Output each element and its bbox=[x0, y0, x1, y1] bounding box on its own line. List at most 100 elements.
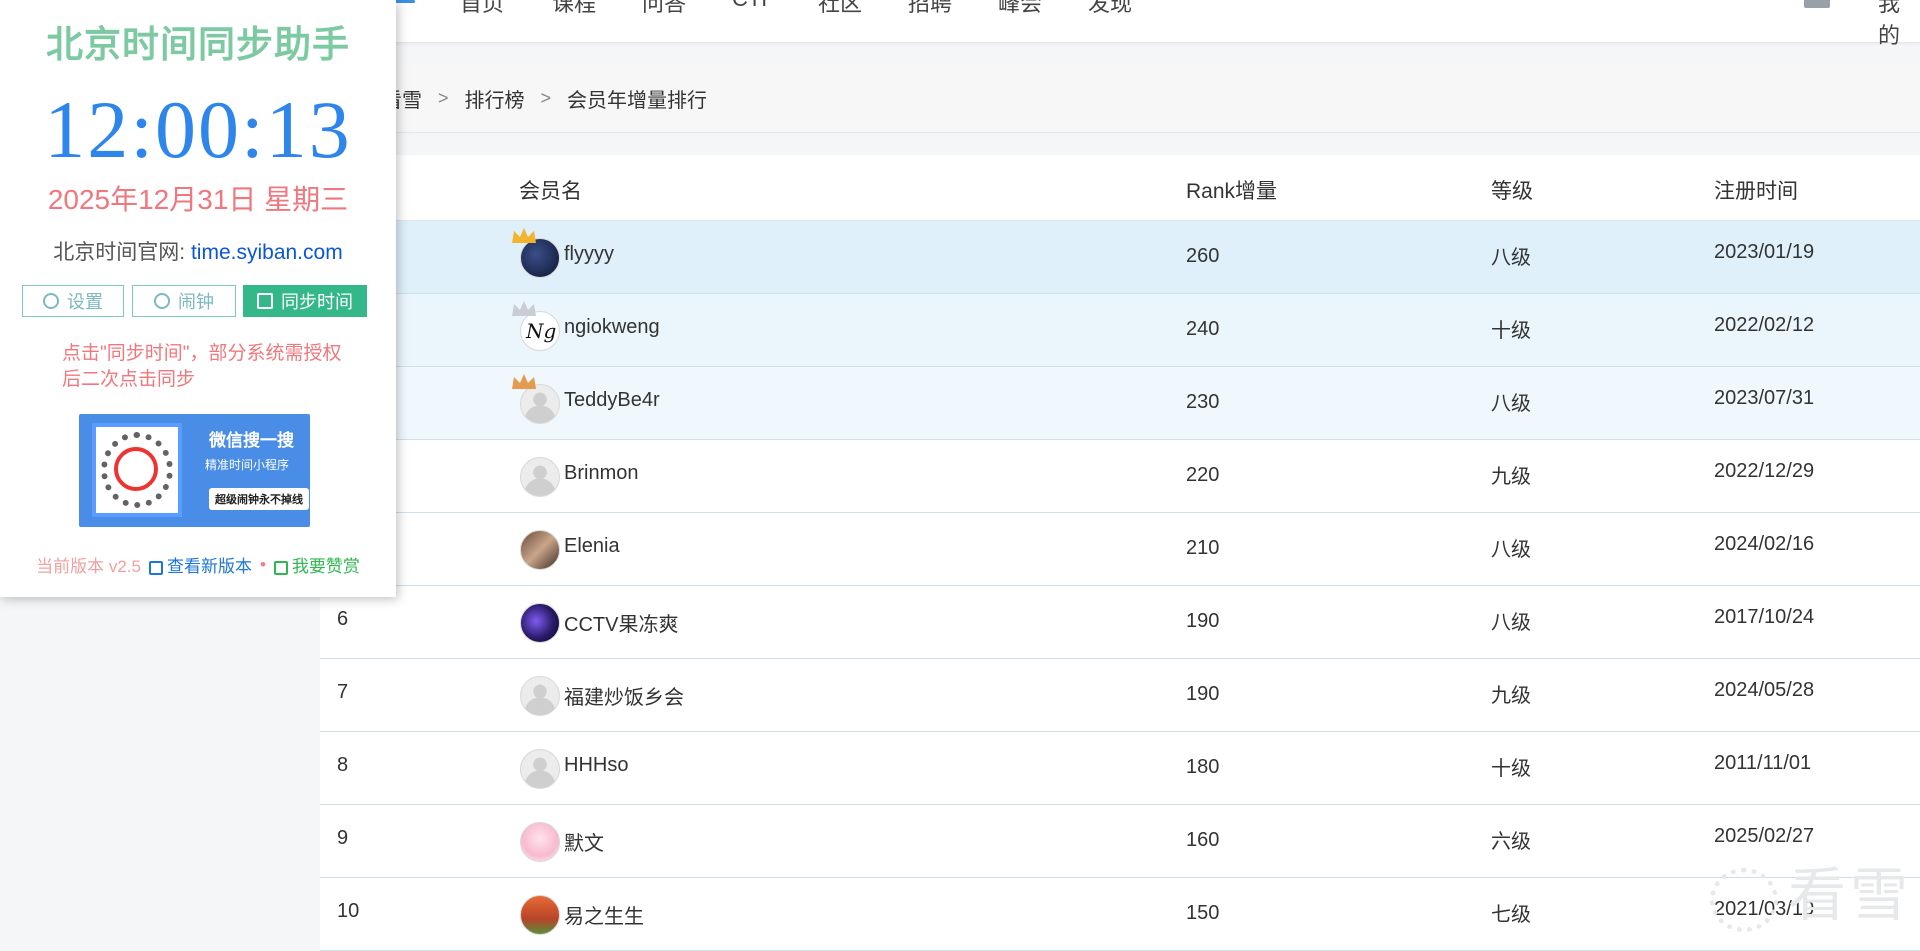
alarm-button[interactable]: 闹钟 bbox=[132, 285, 236, 317]
rank-increase: 160 bbox=[1186, 829, 1220, 851]
rank-number: 9 bbox=[337, 827, 349, 849]
sync-time-button[interactable]: 同步时间 bbox=[243, 285, 367, 317]
crown-icon bbox=[512, 301, 536, 316]
register-date: 2023/07/31 bbox=[1714, 387, 1815, 409]
date-display: 2025年12月31日 星期三 bbox=[47, 184, 349, 215]
member-name-link[interactable]: CCTV果冻爽 bbox=[564, 608, 678, 637]
table-row[interactable]: 7 福建炒饭乡会 190 九级 2024/05/28 bbox=[320, 659, 1920, 732]
chevron-right-icon: > bbox=[540, 87, 552, 108]
rank-increase: 210 bbox=[1186, 537, 1220, 559]
nav-user-menu[interactable]: 我的 bbox=[1878, 0, 1920, 50]
rank-increase: 190 bbox=[1186, 683, 1220, 705]
table-row[interactable]: 6 CCTV果冻爽 190 八级 2017/10/24 bbox=[320, 586, 1920, 659]
column-header-level: 等级 bbox=[1491, 180, 1533, 203]
member-name-link[interactable]: 易之生生 bbox=[564, 900, 644, 929]
table-row[interactable]: 1flyyyy260八级2023/01/19 bbox=[320, 221, 1920, 294]
avatar[interactable] bbox=[520, 530, 560, 570]
document-icon bbox=[148, 560, 163, 575]
member-name-link[interactable]: Elenia bbox=[564, 535, 620, 558]
member-level: 九级 bbox=[1491, 685, 1531, 707]
alarm-label: 闹钟 bbox=[178, 292, 214, 312]
rank-increase: 190 bbox=[1186, 610, 1220, 632]
member-level: 十级 bbox=[1491, 758, 1531, 780]
sync-label: 同步时间 bbox=[281, 292, 353, 312]
register-date: 2023/01/19 bbox=[1714, 241, 1815, 263]
column-header-register-date: 注册时间 bbox=[1714, 180, 1798, 203]
alarm-clock-icon bbox=[154, 293, 170, 309]
table-row[interactable]: 2Ngngiokweng240十级2022/02/12 bbox=[320, 294, 1920, 367]
avatar[interactable] bbox=[520, 822, 560, 862]
nav-item-community[interactable]: 社区 bbox=[818, 0, 862, 18]
rank-increase: 230 bbox=[1186, 391, 1220, 413]
nav-item-discover[interactable]: 发现 bbox=[1088, 0, 1132, 18]
table-header: 会员名 Rank增量 等级 注册时间 bbox=[320, 155, 1920, 221]
register-date: 2022/12/29 bbox=[1714, 460, 1815, 482]
table-row[interactable]: 4Brinmon220九级2022/12/29 bbox=[320, 440, 1920, 513]
nav-item-jobs[interactable]: 招聘 bbox=[908, 0, 952, 18]
member-level: 九级 bbox=[1491, 466, 1531, 488]
column-header-rank-increase: Rank增量 bbox=[1186, 180, 1278, 203]
rank-number: 8 bbox=[337, 754, 349, 776]
member-name-link[interactable]: 默文 bbox=[564, 827, 604, 856]
table-row[interactable]: 9 默文 160 六级 2025/02/27 bbox=[320, 805, 1920, 878]
bell-icon[interactable] bbox=[1804, 0, 1830, 8]
column-header-member: 会员名 bbox=[519, 180, 582, 203]
snowflake-logo-icon bbox=[1710, 867, 1778, 932]
settings-label: 设置 bbox=[67, 292, 103, 312]
member-name-link[interactable]: ngiokweng bbox=[564, 316, 660, 339]
table-row[interactable]: 10 易之生生 150 七级 2021/03/10 bbox=[320, 878, 1920, 951]
sync-icon bbox=[257, 293, 273, 309]
avatar[interactable] bbox=[520, 457, 560, 497]
promo-tag: 超级闹钟永不掉线 bbox=[209, 488, 309, 510]
separator-dot: • bbox=[259, 554, 266, 574]
member-name-link[interactable]: flyyyy bbox=[564, 243, 614, 266]
rank-number: 10 bbox=[337, 900, 360, 922]
register-date: 2022/02/12 bbox=[1714, 314, 1815, 336]
member-level: 八级 bbox=[1491, 539, 1531, 561]
table-row[interactable]: 3TeddyBe4r230八级2023/07/31 bbox=[320, 367, 1920, 440]
breadcrumb-leaderboard[interactable]: 排行榜 bbox=[465, 84, 525, 113]
nav-item-qa[interactable]: 问答 bbox=[642, 0, 686, 18]
qr-code bbox=[92, 423, 182, 517]
register-date: 2024/02/16 bbox=[1714, 533, 1815, 555]
settings-button[interactable]: 设置 bbox=[22, 285, 124, 317]
chevron-right-icon: > bbox=[438, 87, 449, 108]
menu-icon[interactable] bbox=[393, 0, 415, 10]
avatar[interactable] bbox=[520, 895, 560, 935]
member-name-link[interactable]: HHHso bbox=[564, 754, 628, 777]
new-version-link[interactable]: 查看新版本 bbox=[148, 552, 252, 577]
watermark-text: 看雪 bbox=[1788, 863, 1913, 928]
site-watermark: 看雪 bbox=[1710, 848, 1912, 932]
crown-icon bbox=[512, 228, 536, 243]
register-date: 2011/11/01 bbox=[1714, 752, 1812, 774]
register-date: 2025/02/27 bbox=[1714, 825, 1815, 847]
avatar[interactable] bbox=[520, 603, 560, 643]
widget-title: 北京时间同步助手 bbox=[46, 24, 350, 65]
register-date: 2017/10/24 bbox=[1714, 606, 1815, 628]
rank-increase: 150 bbox=[1186, 902, 1220, 924]
nav-item-ctf[interactable]: CTF bbox=[732, 0, 775, 12]
site-label: 北京时间官网: bbox=[53, 241, 191, 264]
table-row[interactable]: 8 HHHso 180 十级 2011/11/01 bbox=[320, 732, 1920, 805]
ranking-table: 会员名 Rank增量 等级 注册时间 1flyyyy260八级2023/01/1… bbox=[320, 155, 1920, 951]
nav-item-home[interactable]: 首页 bbox=[460, 0, 504, 18]
rank-increase: 240 bbox=[1186, 318, 1220, 340]
widget-footer: 当前版本 v2.5 查看新版本 • 我要赞赏 bbox=[0, 552, 396, 577]
table-row[interactable]: 5Elenia210八级2024/02/16 bbox=[320, 513, 1920, 586]
member-level: 八级 bbox=[1491, 393, 1531, 415]
nav-item-summit[interactable]: 峰会 bbox=[998, 0, 1042, 18]
site-link[interactable]: time.syiban.com bbox=[191, 241, 343, 264]
donate-link[interactable]: 我要赞赏 bbox=[273, 552, 360, 577]
version-label: 当前版本 v2.5 bbox=[36, 557, 141, 576]
member-name-link[interactable]: Brinmon bbox=[564, 462, 638, 485]
rank-increase: 260 bbox=[1186, 245, 1220, 267]
nav-item-courses[interactable]: 课程 bbox=[552, 0, 596, 18]
gift-icon bbox=[273, 560, 288, 575]
member-name-link[interactable]: TeddyBe4r bbox=[564, 389, 660, 412]
member-name-link[interactable]: 福建炒饭乡会 bbox=[564, 681, 684, 710]
avatar[interactable] bbox=[520, 676, 560, 716]
promo-title: 微信搜一搜 bbox=[209, 431, 294, 450]
mini-program-banner[interactable]: 微信搜一搜 精准时间小程序 超级闹钟永不掉线 bbox=[79, 414, 310, 527]
register-date: 2024/05/28 bbox=[1714, 679, 1815, 701]
avatar[interactable] bbox=[520, 749, 560, 789]
